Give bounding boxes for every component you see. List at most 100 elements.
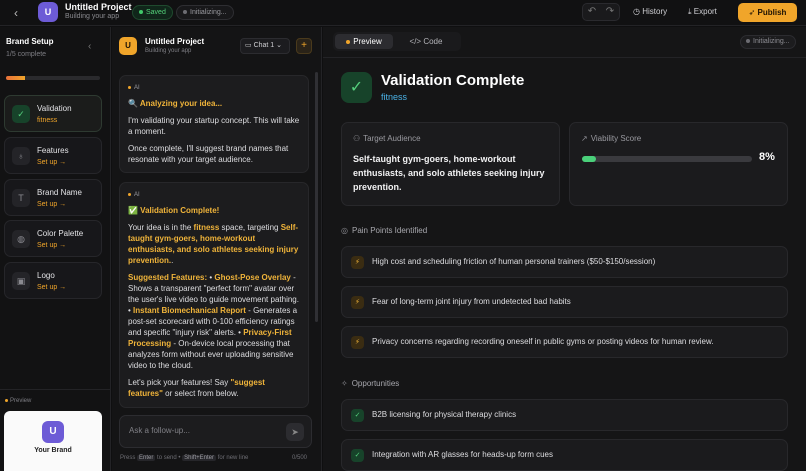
ai-message: AI ✅ Validation Complete! Your idea is i…	[119, 182, 309, 408]
viability-score-card: ↗ Viability Score 8%	[569, 122, 788, 206]
sidebar-progress-fill	[6, 76, 25, 80]
ai-tag-label: AI	[134, 85, 140, 91]
clock-icon: ◷	[633, 7, 640, 16]
chat-title: Untitled Project	[145, 37, 205, 46]
preview-dot-icon	[5, 398, 8, 402]
card-label: ⚇ Target Audience	[353, 134, 421, 143]
palette-icon: ◍	[12, 230, 30, 248]
preview-label-text: Preview	[10, 398, 32, 404]
brand-preview-card[interactable]: U Your Brand	[4, 411, 102, 471]
tab-preview[interactable]: Preview	[335, 34, 393, 49]
trending-up-icon: ↗	[581, 134, 588, 143]
ai-tag-label: AI	[134, 192, 140, 198]
step-label: Validation	[37, 104, 72, 113]
char-count: 0/500	[292, 455, 308, 461]
initializing-label: Initializing...	[190, 9, 227, 16]
sidebar-step-brand-name[interactable]: T Brand Name Set up →	[4, 179, 102, 216]
step-status: Set up →	[37, 284, 67, 291]
chevron-left-icon[interactable]: ‹	[9, 6, 23, 20]
text-span: .	[171, 256, 174, 265]
redo-icon[interactable]: ↷	[601, 4, 619, 20]
viability-bar-fill	[582, 156, 596, 162]
sidebar-step-features[interactable]: ♁ Features Set up →	[4, 137, 102, 174]
text-span: or select from below.	[162, 389, 239, 398]
undo-redo-group: ↶ ↷	[582, 3, 620, 21]
message-text: Suggested Features: • Ghost-Pose Overlay…	[128, 273, 299, 370]
validation-category: fitness	[381, 92, 408, 102]
pain-point-text: High cost and scheduling friction of hum…	[372, 257, 656, 266]
input-placeholder: Ask a follow-up...	[129, 426, 190, 435]
preview-label: Preview	[5, 398, 31, 404]
history-label: History	[642, 7, 668, 16]
card-label-text: Viability Score	[590, 134, 642, 143]
target-audience-text: Self-taught gym-goers, home-workout enth…	[353, 154, 545, 192]
sidebar-step-color-palette[interactable]: ◍ Color Palette Set up →	[4, 220, 102, 257]
preview-init-label: Initializing...	[753, 38, 790, 45]
step-label: Features	[37, 146, 69, 155]
publish-button[interactable]: ➶ Publish	[738, 3, 797, 22]
step-status: Set up →	[37, 242, 67, 249]
preview-initializing-badge: Initializing...	[740, 35, 796, 49]
message-heading: 🔍 Analyzing your idea...	[128, 99, 223, 108]
status-dot-icon	[746, 39, 750, 44]
view-tabs: Preview </> Code	[333, 32, 461, 51]
ai-tag: AI	[128, 190, 300, 201]
card-label-text: Target Audience	[363, 134, 421, 143]
feature-name: Instant Biomechanical Report	[133, 306, 246, 315]
chat-scrollbar[interactable]	[315, 72, 318, 322]
project-title[interactable]: Untitled Project	[65, 2, 132, 12]
message-text: Once complete, I'll suggest brand names …	[128, 144, 289, 164]
sidebar-step-logo[interactable]: ▣ Logo Set up →	[4, 262, 102, 299]
undo-icon[interactable]: ↶	[583, 4, 601, 20]
brand-name: Your Brand	[34, 447, 72, 454]
opportunities-title-text: Opportunities	[351, 379, 400, 388]
tab-code[interactable]: </> Code	[397, 34, 455, 49]
enter-key: Enter	[137, 455, 156, 461]
chevron-down-icon: ⌄	[276, 42, 283, 49]
pane-divider	[323, 57, 806, 58]
sparkles-icon: ✧	[341, 379, 348, 388]
sidebar-divider	[0, 389, 111, 390]
send-button[interactable]: ➤	[286, 423, 304, 441]
text-span: Your idea is in the	[128, 223, 194, 232]
ai-tag: AI	[128, 83, 300, 94]
new-chat-button[interactable]: +	[296, 38, 312, 54]
users-icon: ⚇	[353, 134, 361, 143]
message-text: Let's pick your features! Say "suggest f…	[128, 377, 300, 399]
hint-text: Press	[120, 455, 136, 461]
lightning-icon: ⚡	[351, 256, 364, 269]
check-icon: ✓	[351, 409, 364, 422]
chat-bubble-icon: ▭	[245, 42, 252, 49]
chat-select-dropdown[interactable]: ▭ Chat 1 ⌄	[240, 38, 290, 54]
brand-setup-sidebar: Brand Setup 1/5 complete ‹ ✓ Validation …	[0, 27, 111, 471]
sidebar-progress-bar	[6, 76, 100, 80]
saved-label: Saved	[146, 9, 166, 16]
pain-points-title: ◎ Pain Points Identified	[341, 226, 427, 235]
history-button[interactable]: ◷ History	[633, 4, 667, 20]
message-text: I'm validating your startup concept. Thi…	[128, 116, 300, 136]
type-icon: T	[12, 189, 30, 207]
chat-select-value: Chat 1	[253, 42, 275, 49]
ai-message: AI 🔍 Analyzing your idea... I'm validati…	[119, 75, 309, 173]
ai-dot-icon	[128, 192, 131, 196]
project-avatar[interactable]: U	[38, 2, 58, 22]
validation-title: Validation Complete	[381, 72, 525, 89]
check-icon: ✓	[12, 105, 30, 123]
step-status: fitness	[37, 117, 58, 124]
step-status: Set up →	[37, 201, 67, 208]
pain-point-text: Fear of long-term joint injury from unde…	[372, 297, 571, 306]
target-audience-card: ⚇ Target Audience Self-taught gym-goers, …	[341, 122, 560, 206]
export-button[interactable]: ⤓ Export	[688, 4, 717, 20]
text-span: space, targeting	[219, 223, 281, 232]
input-hint: Press Enter to send • Shift+Enter for ne…	[120, 455, 248, 461]
hint-text: to send •	[157, 455, 181, 461]
follow-up-input[interactable]: Ask a follow-up... ➤	[119, 415, 312, 448]
tab-dot-icon	[346, 39, 351, 44]
opportunity-row: ✓ B2B licensing for physical therapy cli…	[341, 399, 788, 431]
opportunity-text: Integration with AR glasses for heads-up…	[372, 450, 553, 459]
sidebar-step-validation[interactable]: ✓ Validation fitness	[4, 95, 102, 132]
collapse-sidebar-icon[interactable]: ‹	[88, 41, 91, 52]
highlight-space: fitness	[193, 223, 220, 232]
saved-badge: Saved	[132, 5, 173, 20]
step-status: Set up →	[37, 159, 67, 166]
